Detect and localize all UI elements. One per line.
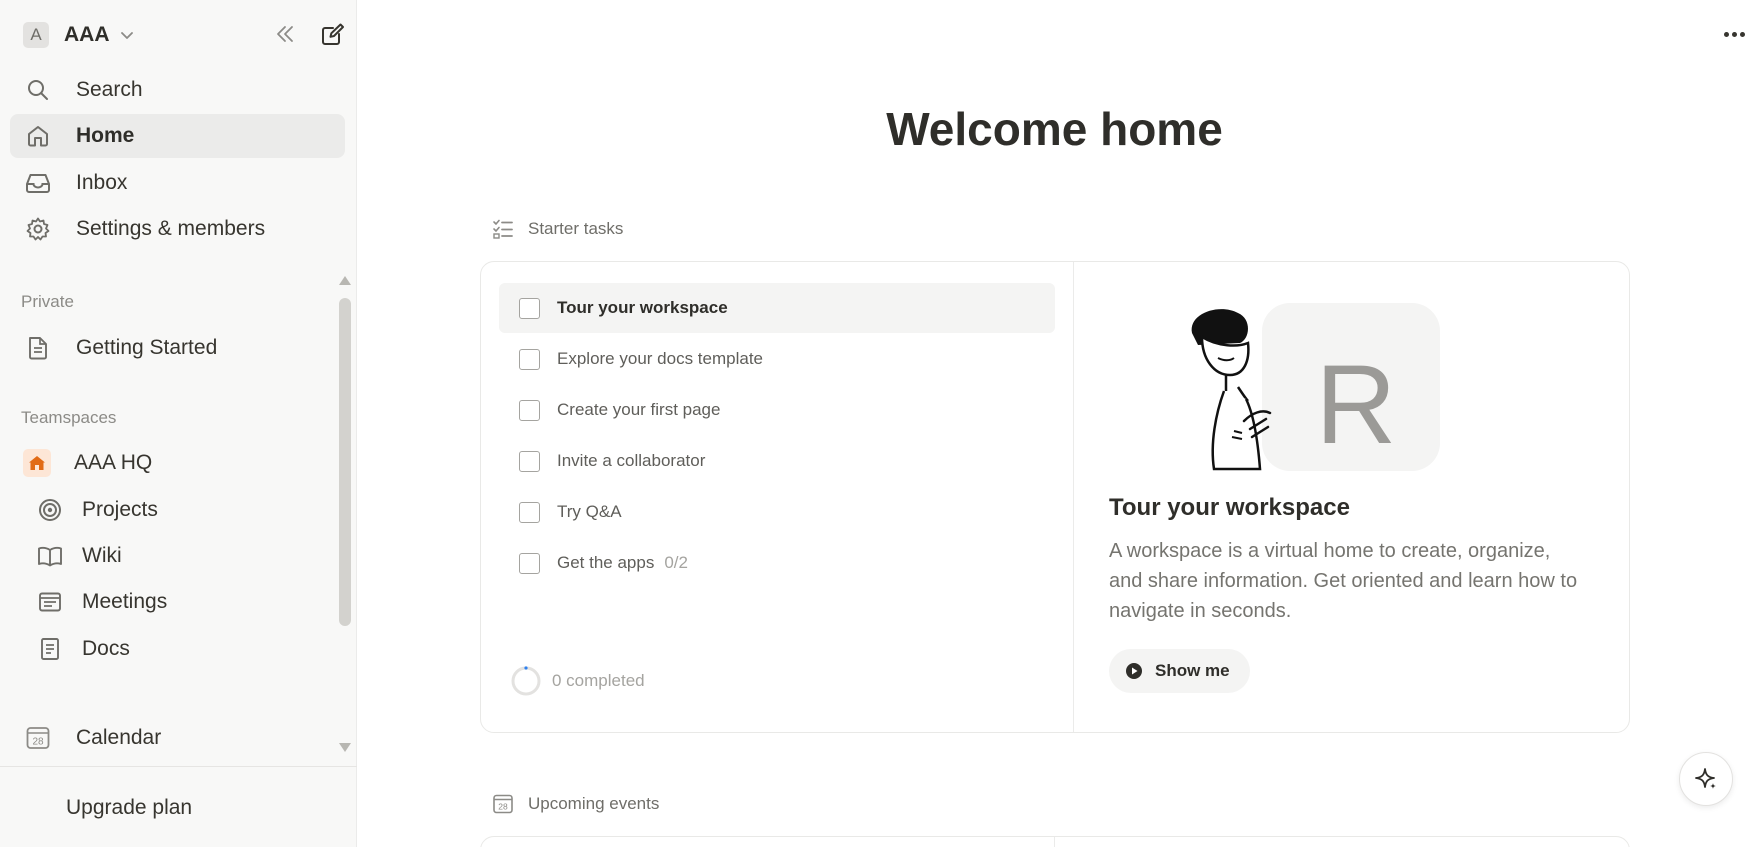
upcoming-events-header: 28 Upcoming events — [492, 793, 659, 815]
page-getting-started[interactable]: Getting Started — [10, 326, 345, 370]
sidebar: A AAA Search Home Inbox Settings & membe… — [0, 0, 357, 847]
scroll-up-arrow[interactable] — [339, 276, 351, 285]
workspace-name: AAA — [64, 23, 110, 46]
teamspace-label: AAA HQ — [74, 451, 153, 474]
meetings-label: Meetings — [82, 590, 168, 613]
sidebar-scrollbar[interactable] — [339, 298, 351, 626]
teamspace-aaa-hq[interactable]: AAA HQ — [10, 441, 345, 485]
task-item[interactable]: Explore your docs template — [499, 334, 1055, 384]
detail-description: A workspace is a virtual home to create,… — [1109, 540, 1578, 622]
events-card-divider — [1054, 837, 1055, 847]
chevron-down-icon — [120, 32, 133, 39]
teamspace-item-projects[interactable]: Projects — [10, 488, 345, 532]
task-item[interactable]: Create your first page — [499, 385, 1055, 435]
starter-tasks-header: Starter tasks — [492, 218, 623, 240]
upcoming-events-card — [480, 836, 1630, 847]
progress-ring-icon — [511, 666, 541, 696]
nav-inbox[interactable]: Inbox — [10, 161, 345, 205]
collapse-sidebar-icon[interactable] — [271, 20, 299, 48]
task-label: Try Q&A — [557, 502, 622, 521]
upcoming-events-label: Upcoming events — [528, 794, 660, 813]
calendar-note-icon — [35, 587, 65, 617]
task-label: Invite a collaborator — [557, 451, 706, 470]
scroll-down-arrow[interactable] — [339, 743, 351, 752]
nav-home-label: Home — [76, 124, 135, 147]
card-divider — [1073, 262, 1074, 732]
nav-settings[interactable]: Settings & members — [10, 207, 345, 251]
home-icon — [23, 121, 53, 151]
docs-label: Docs — [82, 637, 130, 660]
ai-assistant-button[interactable] — [1679, 752, 1733, 806]
task-label: Explore your docs template — [557, 349, 763, 368]
sidebar-divider — [0, 766, 357, 767]
calendar-icon: 28 — [23, 723, 53, 753]
teamspace-item-docs[interactable]: Docs — [10, 627, 345, 671]
page-icon — [23, 333, 53, 363]
show-me-button[interactable]: Show me — [1109, 649, 1250, 693]
task-item[interactable]: Invite a collaborator — [499, 436, 1055, 486]
task-item[interactable]: Tour your workspace — [499, 283, 1055, 333]
tour-illustration: R — [1191, 303, 1440, 471]
starter-tasks-card: Tour your workspace Explore your docs te… — [480, 261, 1630, 733]
completed-label: 0 completed — [552, 671, 645, 690]
gear-icon — [23, 214, 53, 244]
upcoming-icon-day: 28 — [498, 802, 508, 812]
new-page-icon[interactable] — [319, 20, 347, 48]
book-icon — [35, 541, 65, 571]
task-checkbox[interactable] — [519, 348, 540, 370]
inbox-icon — [23, 168, 53, 198]
starter-tasks-label: Starter tasks — [528, 219, 624, 238]
teamspace-item-wiki[interactable]: Wiki — [10, 534, 345, 578]
task-checkbox[interactable] — [519, 399, 540, 421]
nav-settings-label: Settings & members — [76, 217, 266, 240]
workspace-switcher[interactable]: A AAA — [10, 14, 347, 56]
play-icon — [1126, 663, 1142, 679]
task-count: 0/2 — [664, 553, 688, 572]
detail-title: Tour your workspace — [1109, 494, 1350, 521]
nav-search[interactable]: Search — [10, 68, 345, 112]
workspace-avatar: A — [23, 22, 49, 48]
nav-calendar[interactable]: 28 Calendar — [10, 716, 345, 760]
projects-label: Projects — [82, 498, 158, 521]
house-icon — [23, 449, 51, 477]
progress-indicator: 0 completed — [510, 665, 645, 697]
private-section-label: Private — [21, 292, 74, 311]
calendar-icon: 28 — [492, 793, 514, 815]
task-label: Tour your workspace — [557, 298, 728, 317]
calendar-label: Calendar — [76, 726, 162, 749]
nav-home[interactable]: Home — [10, 114, 345, 158]
page-title: Welcome home — [886, 103, 1223, 155]
task-checkbox[interactable] — [519, 552, 540, 574]
task-label: Get the apps — [557, 553, 655, 572]
illustration-letter: R — [1316, 342, 1397, 467]
task-checkbox[interactable] — [519, 297, 540, 319]
nav-inbox-label: Inbox — [76, 171, 128, 194]
upgrade-plan-button[interactable]: Upgrade plan — [66, 796, 192, 820]
wiki-label: Wiki — [82, 544, 122, 567]
page-getting-started-label: Getting Started — [76, 336, 218, 359]
teamspace-item-meetings[interactable]: Meetings — [10, 580, 345, 624]
more-options-icon[interactable] — [1719, 22, 1749, 46]
task-checkbox[interactable] — [519, 501, 540, 523]
teamspaces-section-label: Teamspaces — [21, 408, 117, 427]
checklist-icon — [492, 218, 514, 240]
task-label: Create your first page — [557, 400, 721, 419]
task-item[interactable]: Try Q&A — [499, 487, 1055, 537]
nav-search-label: Search — [76, 78, 143, 101]
doc-icon — [35, 634, 65, 664]
target-icon — [35, 495, 65, 525]
sparkle-icon — [1695, 768, 1716, 789]
search-icon — [23, 75, 53, 105]
task-item[interactable]: Get the apps 0/2 — [499, 538, 1055, 588]
calendar-icon-day: 28 — [32, 737, 44, 748]
task-checkbox[interactable] — [519, 450, 540, 472]
show-me-label: Show me — [1155, 661, 1230, 680]
